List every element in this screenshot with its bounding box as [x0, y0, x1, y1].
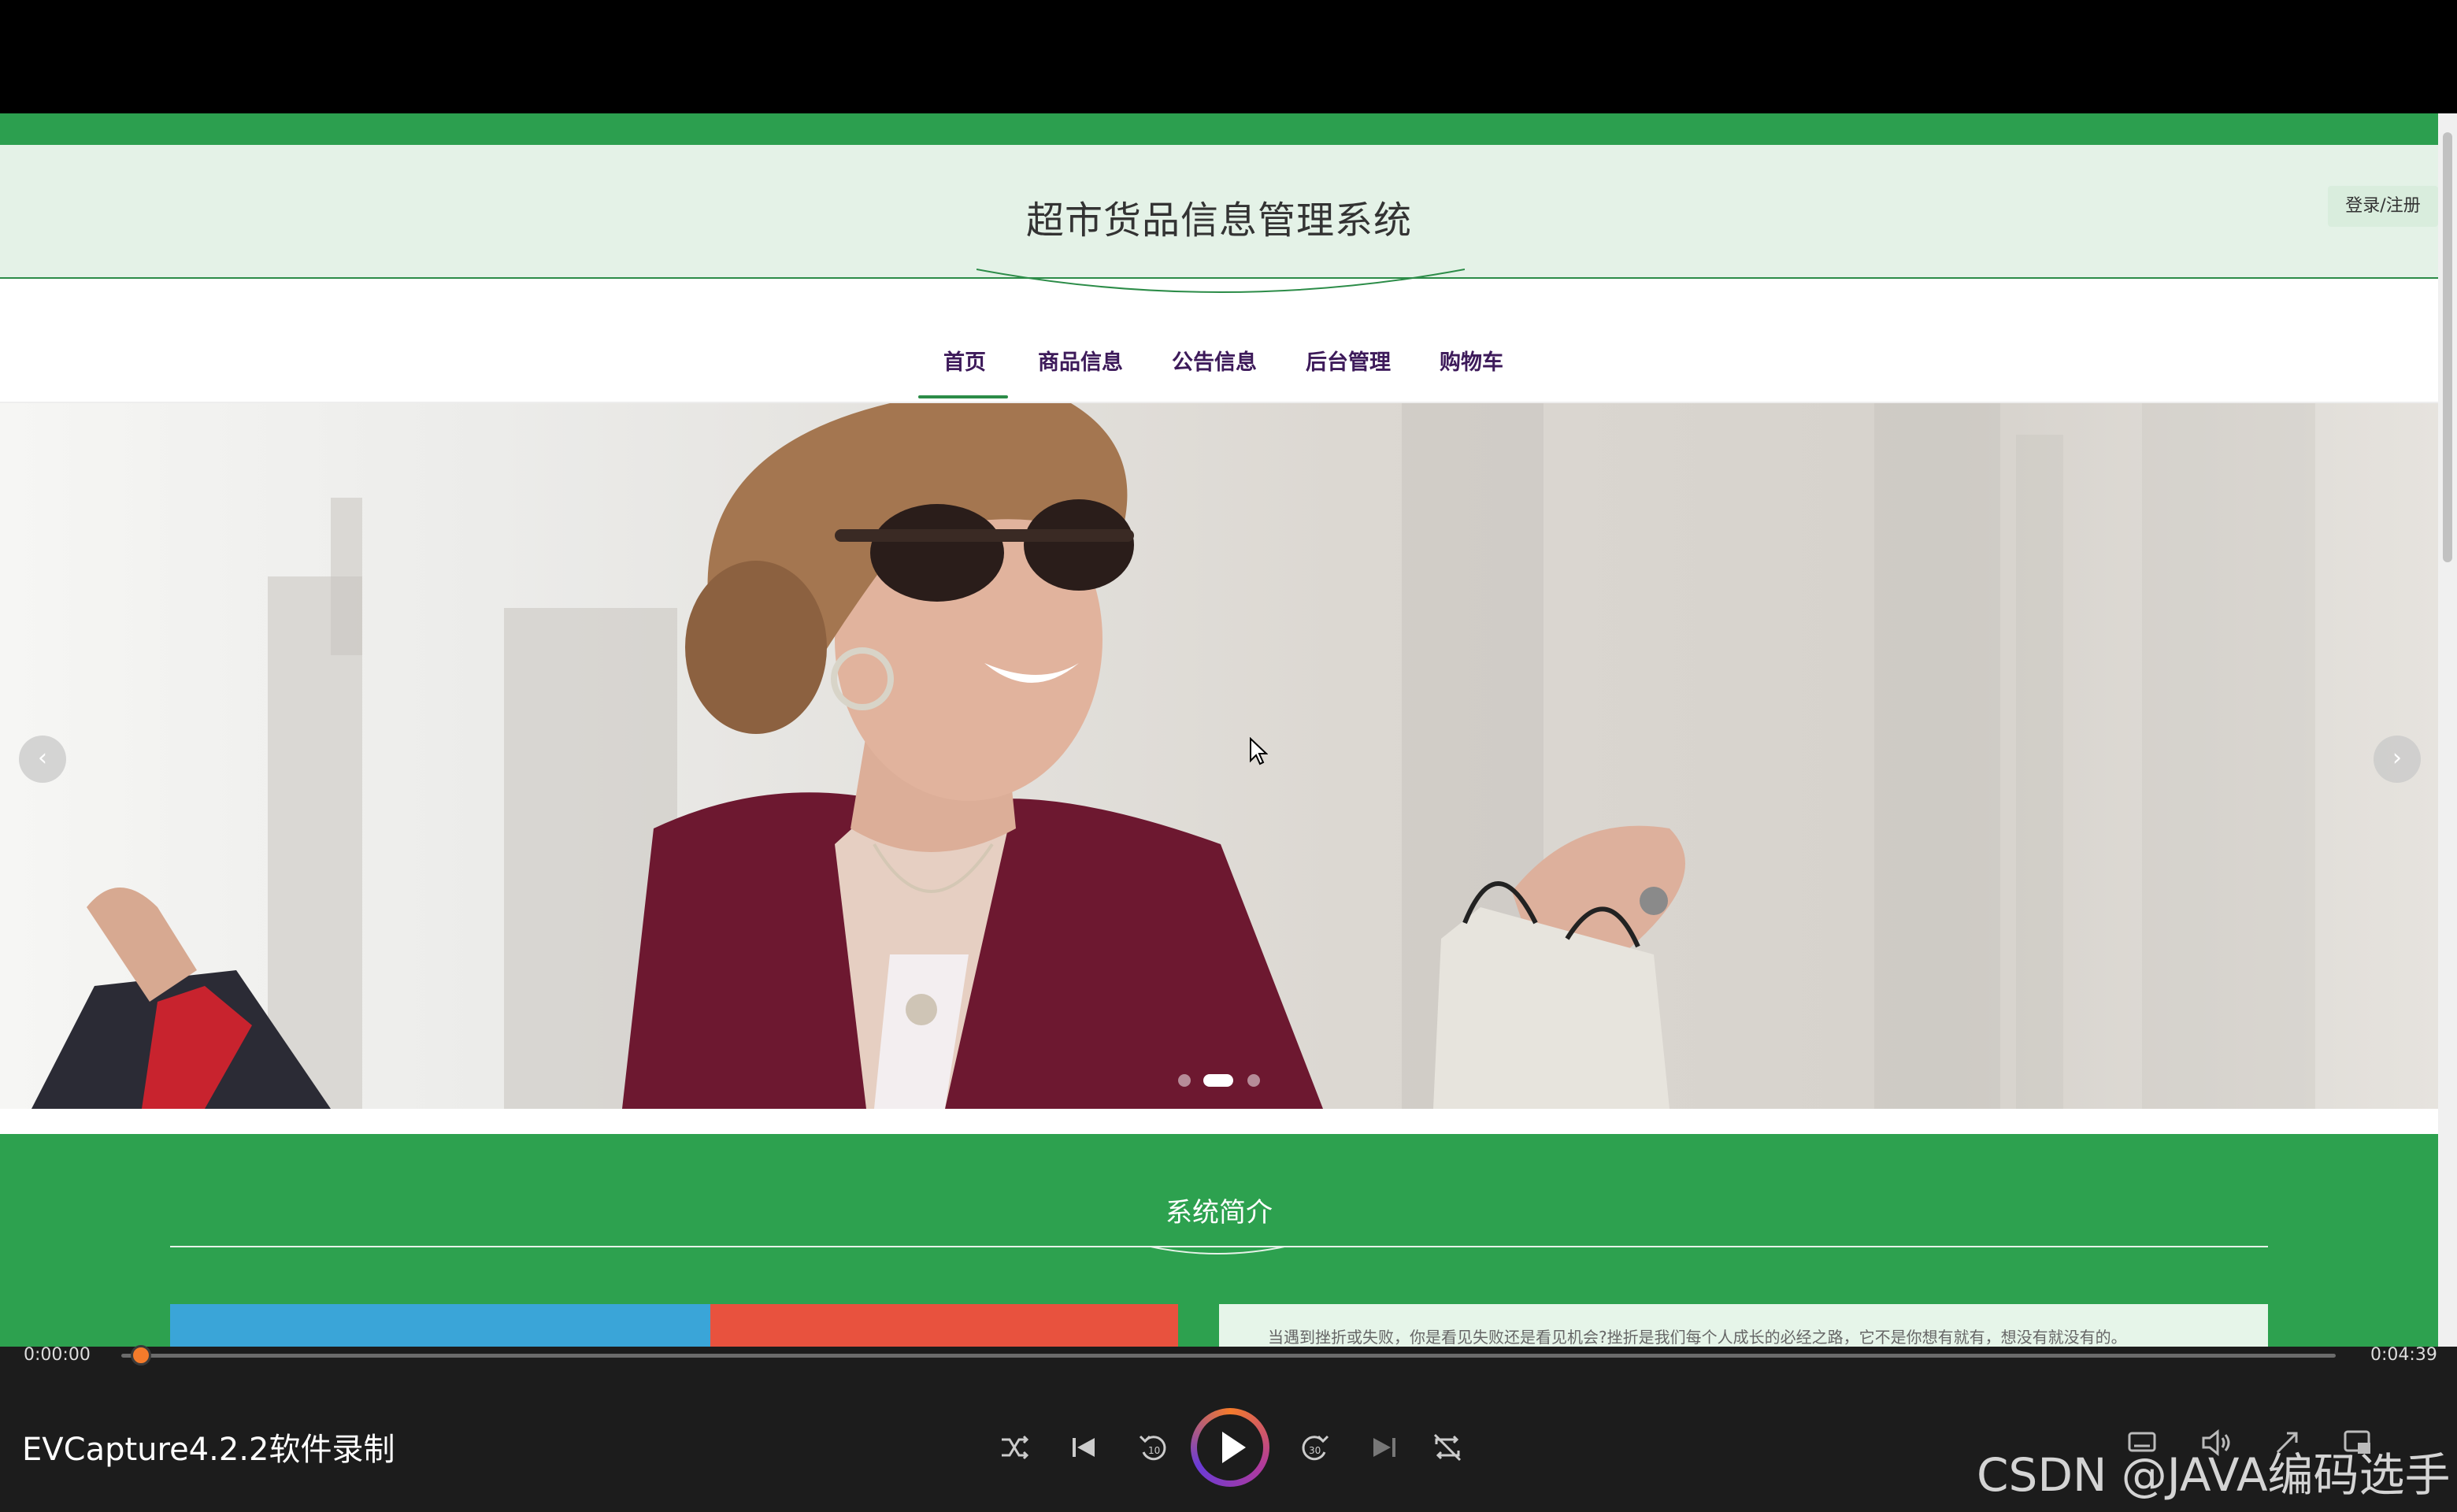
chevron-left-icon: ‹: [38, 744, 47, 772]
intro-title: 系统简介: [1166, 1197, 1273, 1228]
web-page: 超市货品信息管理系统 登录/注册 首页 商品信息 公告信息 后台管理 购物车 ‹…: [0, 113, 2438, 1347]
nav-item-notices[interactable]: 公告信息: [1172, 345, 1257, 376]
login-register-button[interactable]: 登录/注册: [2328, 186, 2438, 227]
chevron-right-icon: ›: [2392, 744, 2402, 772]
repeat-off-icon[interactable]: [1424, 1424, 1471, 1471]
current-time: 0:00:00: [24, 1345, 91, 1365]
carousel-dot-3[interactable]: [1247, 1074, 1260, 1087]
top-green-band: [0, 113, 2438, 145]
scrollbar-thumb[interactable]: [2443, 132, 2452, 562]
intro-text: 当遇到挫折或失败，你是看见失败还是看见机会?挫折是我们每个人成长的必经之路，它不…: [1268, 1328, 2127, 1347]
intro-red-block: [710, 1304, 1178, 1347]
progress-knob[interactable]: [131, 1345, 151, 1366]
nav-active-underline: [918, 395, 1008, 398]
carousel-dot-2[interactable]: [1203, 1074, 1233, 1087]
nav-item-admin[interactable]: 后台管理: [1306, 345, 1391, 376]
mouse-cursor-icon: [1250, 737, 1268, 765]
nav-item-products[interactable]: 商品信息: [1038, 345, 1123, 376]
carousel-dot-1[interactable]: [1178, 1074, 1191, 1087]
shopper-woman-photo: [32, 403, 1685, 1109]
carousel-prev-button[interactable]: ‹: [19, 736, 66, 783]
previous-track-icon[interactable]: [1060, 1424, 1107, 1471]
nav-item-cart[interactable]: 购物车: [1440, 345, 1503, 376]
csdn-watermark: CSDN @JAVA编码选手: [1977, 1448, 2451, 1502]
rewind-10-icon[interactable]: 10: [1129, 1424, 1177, 1471]
site-title: 超市货品信息管理系统: [1025, 198, 1412, 243]
next-track-icon[interactable]: [1361, 1424, 1408, 1471]
recording-title: EVCapture4.2.2软件录制: [22, 1432, 395, 1468]
banner-carousel[interactable]: ‹ ›: [0, 403, 2438, 1109]
nav-item-home[interactable]: 首页: [943, 345, 986, 376]
svg-text:30: 30: [1309, 1445, 1321, 1456]
intro-curve-decoration: [1147, 1246, 1288, 1254]
header-curve-decoration: [976, 269, 1465, 293]
forward-30-icon[interactable]: 30: [1292, 1424, 1339, 1471]
svg-text:10: 10: [1148, 1445, 1160, 1456]
intro-blue-block: [170, 1304, 710, 1347]
total-time: 0:04:39: [2370, 1345, 2437, 1365]
play-button-inner[interactable]: [1197, 1414, 1263, 1480]
progress-track[interactable]: [121, 1354, 2336, 1358]
carousel-next-button[interactable]: ›: [2374, 736, 2421, 783]
shuffle-icon[interactable]: [991, 1424, 1038, 1471]
play-icon: [1222, 1432, 1246, 1463]
intro-text-panel: 当遇到挫折或失败，你是看见失败还是看见机会?挫折是我们每个人成长的必经之路，它不…: [1219, 1304, 2268, 1347]
